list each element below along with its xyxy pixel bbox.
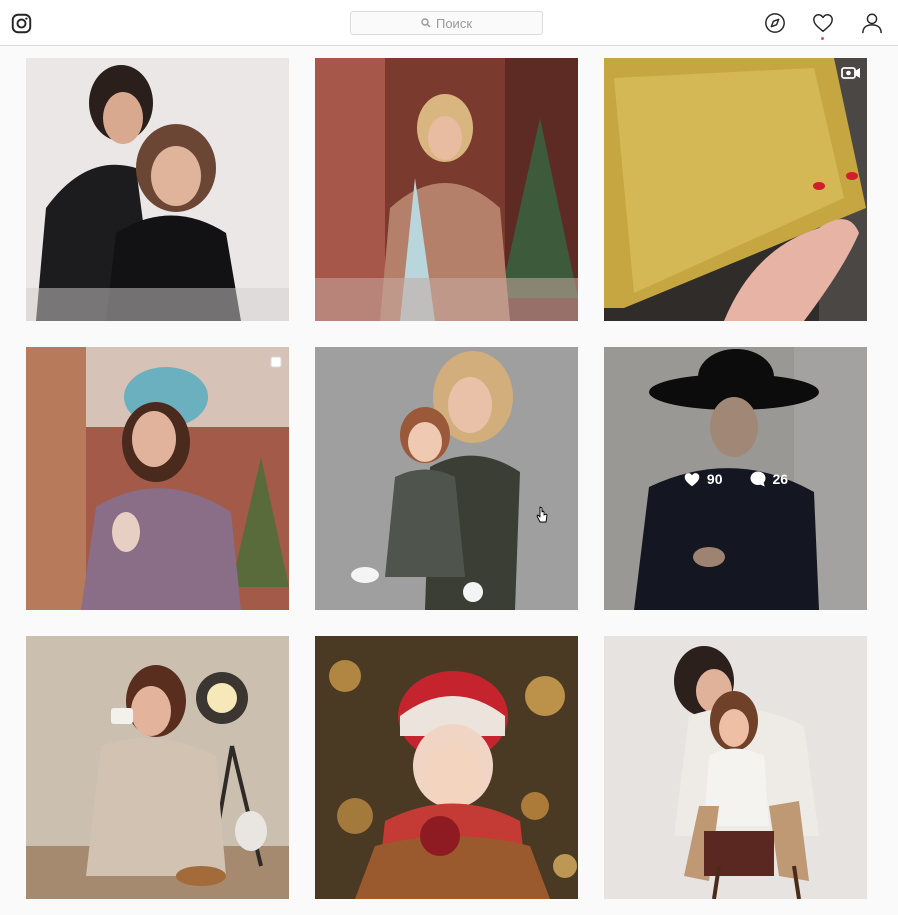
instagram-logo-icon[interactable] xyxy=(11,13,32,34)
post-photo xyxy=(26,58,289,321)
top-bar: Поиск xyxy=(0,0,898,46)
post-hover-overlay: 90 26 xyxy=(604,347,867,610)
post-thumbnail[interactable] xyxy=(315,347,578,610)
search-placeholder: Поиск xyxy=(435,15,473,31)
search-icon xyxy=(421,18,431,28)
likes-count: 90 xyxy=(706,470,723,487)
user-icon[interactable] xyxy=(861,12,883,34)
post-thumbnail[interactable] xyxy=(315,58,578,321)
compass-icon[interactable] xyxy=(764,12,786,34)
post-thumbnail[interactable] xyxy=(604,58,867,321)
post-photo xyxy=(604,58,867,321)
search-input[interactable]: Поиск xyxy=(350,11,543,35)
post-photo xyxy=(315,58,578,321)
post-thumbnail[interactable] xyxy=(26,58,289,321)
post-photo xyxy=(315,347,578,610)
comments-stat: 26 xyxy=(749,470,789,488)
comments-count: 26 xyxy=(772,470,789,487)
post-thumbnail[interactable] xyxy=(315,636,578,899)
post-photo xyxy=(315,636,578,899)
post-thumbnail[interactable]: 90 26 xyxy=(604,347,867,610)
heart-icon[interactable] xyxy=(812,12,834,34)
post-thumbnail[interactable] xyxy=(26,636,289,899)
post-thumbnail[interactable] xyxy=(604,636,867,899)
heart-filled-icon xyxy=(684,472,700,486)
post-grid: 90 26 xyxy=(26,58,867,900)
post-photo xyxy=(26,636,289,899)
notification-dot xyxy=(821,37,824,40)
video-icon xyxy=(841,67,860,79)
mouse-pointer-icon xyxy=(536,506,548,523)
post-thumbnail[interactable] xyxy=(26,347,289,610)
post-photo xyxy=(604,636,867,899)
likes-stat: 90 xyxy=(683,471,723,487)
carousel-icon xyxy=(270,356,282,368)
post-photo xyxy=(26,347,289,610)
comment-bubble-icon xyxy=(750,471,765,486)
